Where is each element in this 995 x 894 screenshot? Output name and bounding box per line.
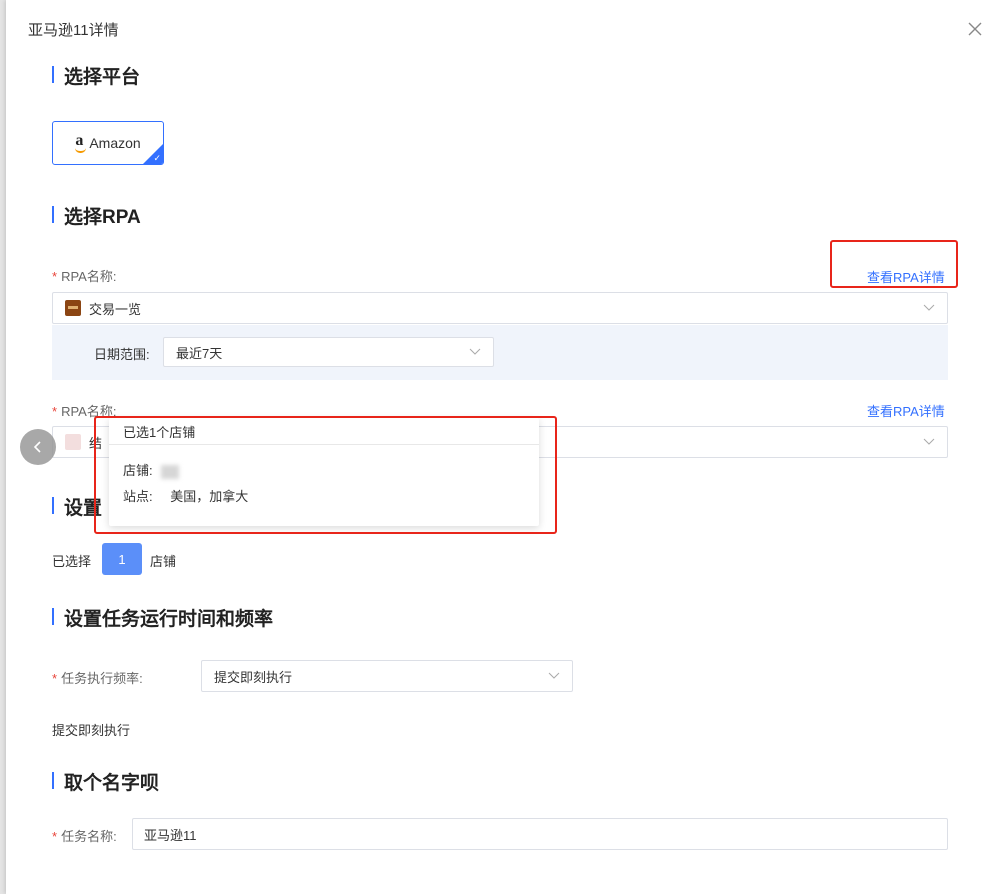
frequency-value: 提交即刻执行 <box>214 669 293 685</box>
task-name-label: * 任务名称: <box>52 826 117 845</box>
selected-store-count-button[interactable]: 1 <box>102 543 142 575</box>
store-label: 店铺: <box>123 463 153 478</box>
frequency-label-text: 任务执行频率: <box>61 671 143 686</box>
frequency-label: * 任务执行频率: <box>52 668 143 687</box>
chevron-down-icon <box>469 348 481 355</box>
rpa-select-1[interactable]: 交易一览 <box>52 292 948 324</box>
date-range-label: 日期范围: <box>94 347 150 362</box>
popover-site-row: 站点: 美国，加拿大 <box>123 486 248 505</box>
popover-title: 已选1个店铺 <box>123 425 196 440</box>
selected-suffix: 店铺 <box>150 554 177 569</box>
rpa-select-value: 结 <box>89 435 103 451</box>
required-mark: * <box>52 269 58 284</box>
popover-divider <box>109 444 539 445</box>
check-icon: ✓ <box>153 153 161 163</box>
required-mark: * <box>52 671 58 686</box>
rpa-name-label-2: * RPA名称: <box>52 401 116 420</box>
frequency-description: 提交即刻执行 <box>52 723 131 738</box>
amazon-logo-icon: a <box>75 132 87 153</box>
platform-card-amazon[interactable]: a Amazon ✓ <box>52 121 164 165</box>
required-mark: * <box>52 404 58 419</box>
section-title-platform: 选择平台 <box>52 62 140 89</box>
rpa-name-label-text: RPA名称: <box>61 404 117 419</box>
selected-prefix: 已选择 <box>52 554 92 569</box>
site-value: 美国，加拿大 <box>170 489 249 504</box>
rpa-app-icon <box>65 300 81 316</box>
modal-title: 亚马逊11详情 <box>28 22 119 39</box>
popover-store-row: 店铺: <box>123 460 179 479</box>
section-title-settings: 设置 <box>52 493 102 520</box>
close-icon[interactable] <box>966 20 984 38</box>
carousel-prev-button[interactable] <box>20 429 56 465</box>
section-title-rpa: 选择RPA <box>52 202 141 229</box>
date-range-select[interactable]: 最近7天 <box>163 337 494 367</box>
task-name-input[interactable] <box>132 818 948 850</box>
site-label: 站点: <box>123 489 153 504</box>
selected-stores-popover: 已选1个店铺 店铺: 站点: 美国，加拿大 <box>109 418 539 526</box>
store-name-redacted <box>160 464 179 479</box>
rpa-select-value: 交易一览 <box>89 301 142 317</box>
chevron-down-icon <box>548 672 560 679</box>
view-rpa-details-link-2[interactable]: 查看RPA详情 <box>867 401 945 420</box>
view-rpa-details-link-1[interactable]: 查看RPA详情 <box>867 267 945 286</box>
rpa-name-label-text: RPA名称: <box>61 269 117 284</box>
task-name-label-text: 任务名称: <box>61 829 117 844</box>
frequency-select[interactable]: 提交即刻执行 <box>201 660 573 692</box>
section-title-name: 取个名字呗 <box>52 768 159 795</box>
section-title-schedule: 设置任务运行时间和频率 <box>52 604 273 631</box>
rpa-app-icon <box>65 434 81 450</box>
chevron-down-icon <box>923 438 935 445</box>
rpa-name-label-1: * RPA名称: <box>52 266 116 285</box>
required-mark: * <box>52 829 58 844</box>
chevron-left-icon <box>33 441 41 453</box>
detail-modal: 亚马逊11详情 选择平台 a Amazon ✓ 选择RPA * RPA名称: 查看… <box>6 0 995 894</box>
platform-label: Amazon <box>89 135 141 151</box>
date-range-value: 最近7天 <box>176 345 223 361</box>
chevron-down-icon <box>923 304 935 311</box>
